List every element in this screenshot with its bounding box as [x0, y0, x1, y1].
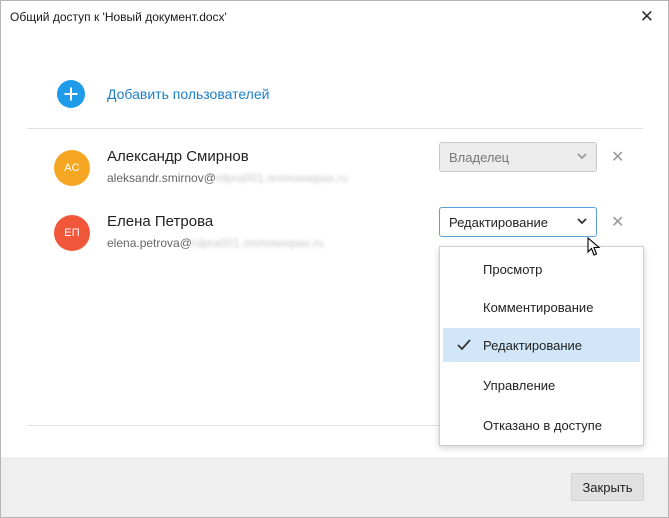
mouse-cursor-icon — [587, 237, 601, 256]
add-users-row[interactable]: Добавить пользователей — [57, 79, 269, 109]
user-name: Александр Смирнов — [107, 148, 249, 165]
dialog-footer: Закрыть — [1, 457, 668, 517]
close-icon[interactable]: ✕ — [640, 7, 654, 27]
menu-item-manage[interactable]: Управление — [443, 368, 640, 402]
plus-icon[interactable] — [57, 80, 85, 108]
chevron-down-icon[interactable] — [576, 215, 588, 227]
user-email-local: aleksandr.smirnov@ — [107, 171, 216, 185]
user-email-domain: rdpra001.onmowwpax.ru — [191, 236, 324, 250]
menu-item-view[interactable]: Просмотр — [443, 252, 640, 286]
avatar: АС — [54, 150, 90, 186]
menu-item-label: Отказано в доступе — [483, 418, 603, 433]
menu-item-label: Просмотр — [483, 262, 543, 277]
menu-item-label: Комментирование — [483, 300, 594, 315]
title-bar: Общий доступ к 'Новый документ.docx' ✕ — [1, 1, 668, 33]
remove-user-icon[interactable]: ✕ — [611, 147, 624, 167]
user-name: Елена Петрова — [107, 213, 214, 230]
divider-top — [27, 128, 643, 129]
user-email-domain: rdpra001.onmowwpax.ru — [215, 171, 348, 185]
role-select-value: Владелец — [449, 150, 510, 165]
chevron-down-icon — [577, 153, 587, 160]
user-row: АС Александр Смирнов aleksandr.smirnov@r… — [54, 142, 634, 198]
role-dropdown-menu: Просмотр Комментирование Редактирование … — [439, 246, 644, 446]
share-dialog: Общий доступ к 'Новый документ.docx' ✕ Д… — [0, 0, 669, 518]
user-email: aleksandr.smirnov@rdpra001.onmowwpax.ru — [107, 171, 348, 185]
checkmark-icon — [457, 339, 471, 351]
avatar: ЕП — [54, 215, 90, 251]
menu-item-comment[interactable]: Комментирование — [443, 290, 640, 324]
close-button[interactable]: Закрыть — [571, 473, 644, 501]
menu-item-label: Управление — [483, 378, 556, 393]
add-users-link[interactable]: Добавить пользователей — [107, 86, 269, 102]
user-email-local: elena.petrova@ — [107, 236, 192, 250]
dialog-title: Общий доступ к 'Новый документ.docx' — [10, 10, 227, 24]
role-select-value: Редактирование — [449, 215, 549, 230]
role-select: Владелец — [439, 142, 597, 172]
remove-user-icon[interactable]: ✕ — [611, 212, 624, 232]
role-select[interactable]: Редактирование — [439, 207, 597, 237]
user-email: elena.petrova@rdpra001.onmowwpax.ru — [107, 236, 324, 250]
menu-item-edit[interactable]: Редактирование — [443, 328, 640, 362]
menu-item-deny[interactable]: Отказано в доступе — [443, 408, 640, 442]
menu-item-label: Редактирование — [483, 338, 583, 353]
